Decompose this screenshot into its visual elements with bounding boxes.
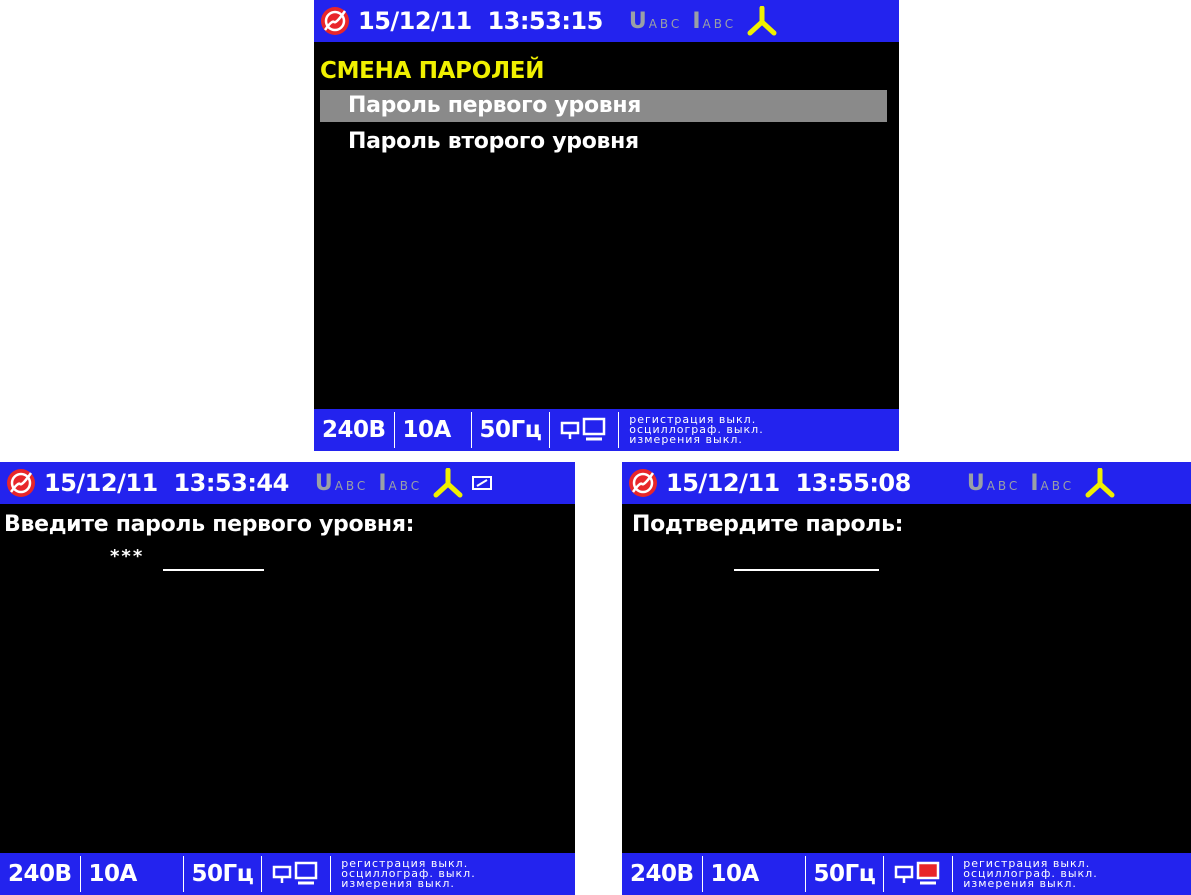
current-indicator: I ABC xyxy=(692,8,737,34)
current-range: 10А xyxy=(88,861,138,887)
logo-icon xyxy=(321,7,349,35)
phase-connection-icon xyxy=(747,6,777,36)
top-status-bar: 15/12/11 13:55:08 U ABC I ABC xyxy=(622,462,1191,504)
bottom-status-bar: 240В 10А 50Гц регистрация выкл. осциллог… xyxy=(622,853,1191,895)
password-input[interactable] xyxy=(163,569,264,571)
pc-connection-icon xyxy=(550,409,618,451)
frequency: 50Гц xyxy=(191,861,254,887)
voltage-indicator: U ABC xyxy=(314,470,369,496)
screen-enter-password: 15/12/11 13:53:44 U ABC I ABC Введите паро… xyxy=(0,462,575,895)
top-status-bar: 15/12/11 13:53:15 U ABC I ABC xyxy=(314,0,899,42)
frequency: 50Гц xyxy=(813,861,876,887)
page-title: СМЕНА ПАРОЛЕЙ xyxy=(320,58,545,84)
logo-icon xyxy=(629,469,657,497)
password-prompt: Подтвердите пароль: xyxy=(632,512,904,537)
battery-icon xyxy=(472,476,493,490)
current-range: 10А xyxy=(402,417,452,443)
bottom-status-bar: 240В 10А 50Гц регистрация выкл. осциллог… xyxy=(314,409,899,451)
current-range: 10А xyxy=(710,861,760,887)
datetime: 15/12/11 13:53:44 xyxy=(44,469,289,497)
top-status-bar: 15/12/11 13:53:44 U ABC I ABC xyxy=(0,462,575,504)
voltage-range: 240В xyxy=(8,861,72,887)
voltage-range: 240В xyxy=(630,861,694,887)
phase-connection-icon xyxy=(1085,468,1115,498)
phase-connection-icon xyxy=(433,468,463,498)
frequency: 50Гц xyxy=(479,417,542,443)
menu-item-level1-password[interactable]: Пароль первого уровня xyxy=(320,90,887,122)
menu-item-level2-password[interactable]: Пароль второго уровня xyxy=(320,126,887,158)
password-prompt: Введите пароль первого уровня: xyxy=(4,512,415,537)
bottom-status-bar: 240В 10А 50Гц регистрация выкл. осциллог… xyxy=(0,853,575,895)
logo-icon xyxy=(7,469,35,497)
screen-password-change-menu: 15/12/11 13:53:15 U ABC I ABC СМЕНА ПАРОЛЕ… xyxy=(314,0,899,451)
current-indicator: I ABC xyxy=(1030,470,1075,496)
voltage-indicator: U ABC xyxy=(966,470,1021,496)
voltage-range: 240В xyxy=(322,417,386,443)
password-masked-value: *** xyxy=(110,546,145,567)
mode-status: регистрация выкл. осциллограф. выкл. изм… xyxy=(963,857,1098,890)
mode-status: регистрация выкл. осциллограф. выкл. изм… xyxy=(629,413,764,446)
current-indicator: I ABC xyxy=(378,470,423,496)
password-input[interactable] xyxy=(734,569,879,571)
pc-connection-icon xyxy=(884,853,952,895)
mode-status: регистрация выкл. осциллограф. выкл. изм… xyxy=(341,857,476,890)
datetime: 15/12/11 13:53:15 xyxy=(358,7,603,35)
pc-connection-icon xyxy=(262,853,330,895)
datetime: 15/12/11 13:55:08 xyxy=(666,469,911,497)
screen-confirm-password: 15/12/11 13:55:08 U ABC I ABC Подтвердите … xyxy=(622,462,1191,895)
voltage-indicator: U ABC xyxy=(628,8,683,34)
